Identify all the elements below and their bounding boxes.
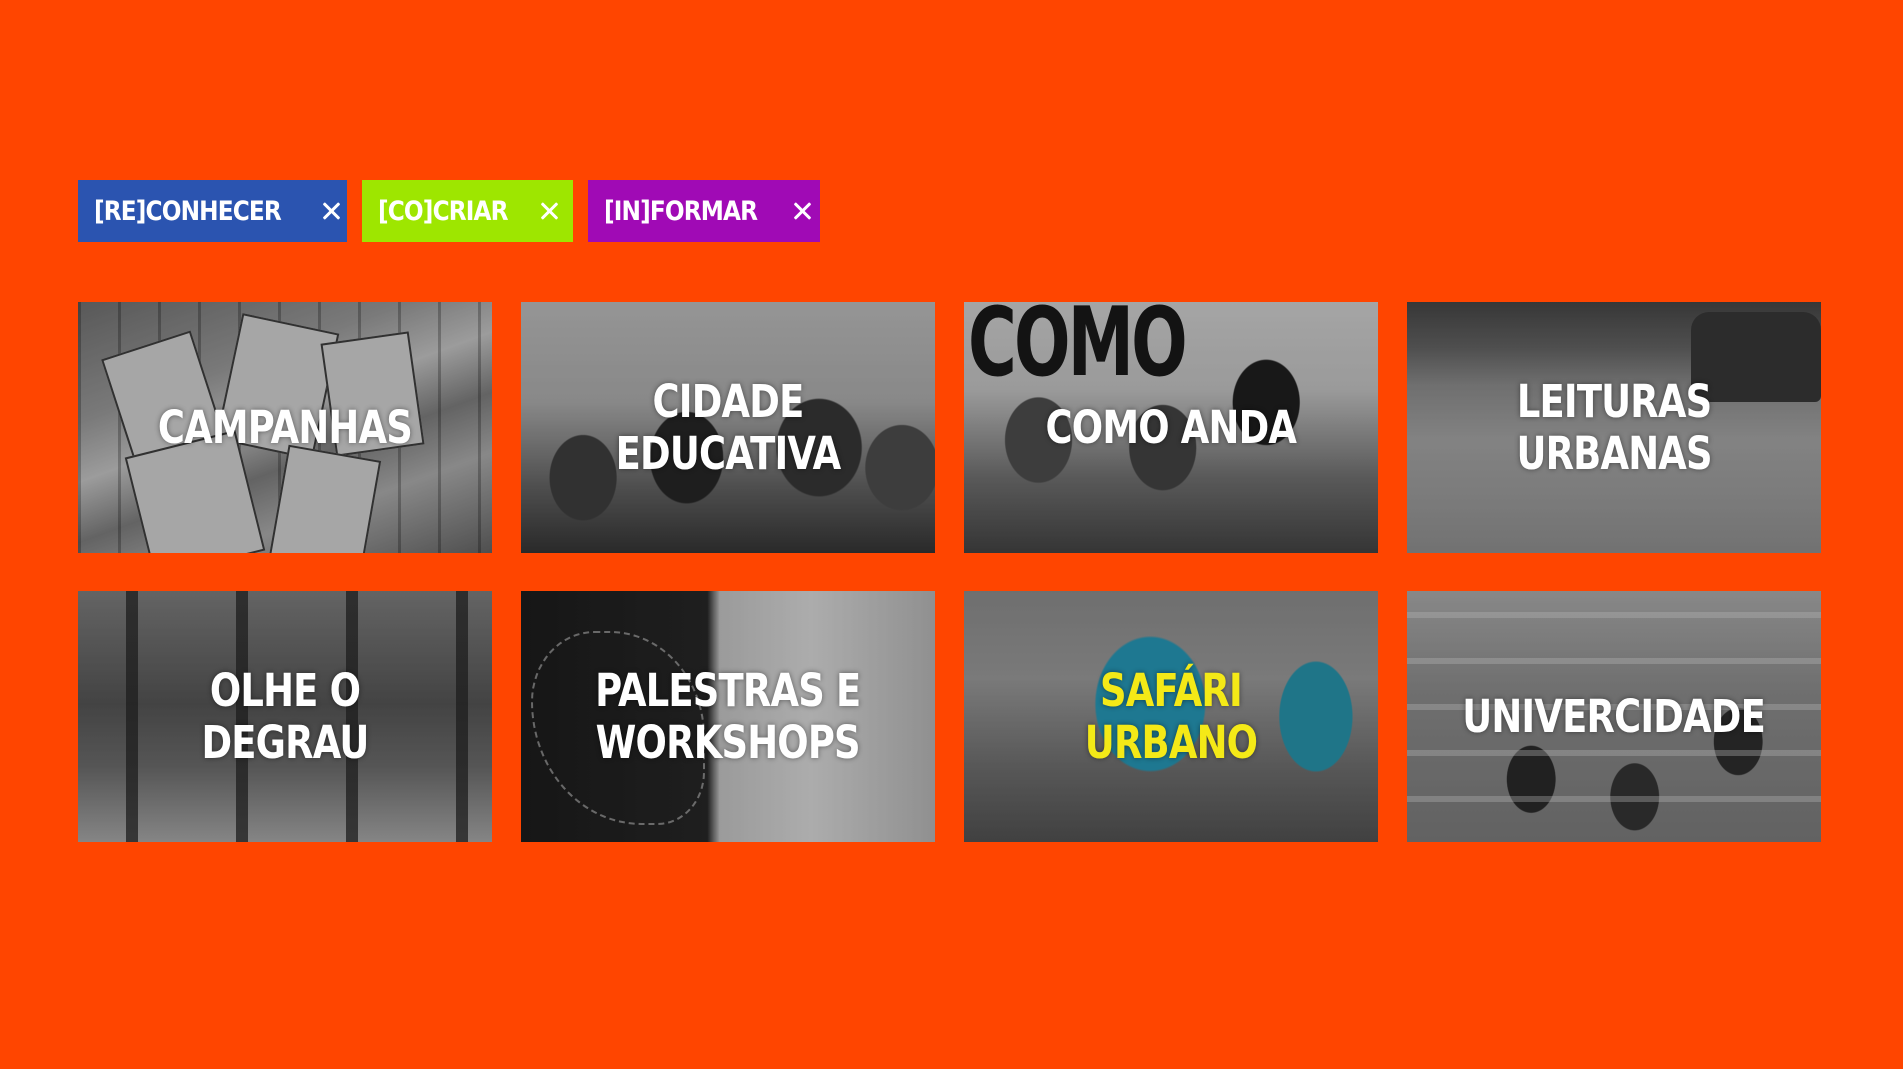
project-card-leituras-urbanas[interactable]: LEITURAS URBANAS xyxy=(1407,302,1821,553)
project-card-como-anda[interactable]: COMO COMO ANDA xyxy=(964,302,1378,553)
project-title: UNIVERCIDADE xyxy=(1462,689,1767,743)
filter-tag-cocriar[interactable]: [CO]CRIAR xyxy=(362,180,573,242)
project-title: CAMPANHAS xyxy=(157,400,413,454)
project-title: SAFÁRI URBANO xyxy=(1084,663,1258,769)
close-icon[interactable] xyxy=(321,201,325,221)
project-card-olhe-o-degrau[interactable]: OLHE O DEGRAU xyxy=(78,591,492,842)
project-title: PALESTRAS E WORKSHOPS xyxy=(595,663,861,769)
filter-tags: [RE]CONHECER [CO]CRIAR [IN]FORMAR xyxy=(78,180,820,242)
filter-tag-reconhecer[interactable]: [RE]CONHECER xyxy=(78,180,347,242)
project-title: COMO ANDA xyxy=(1045,400,1297,454)
project-card-univercidade[interactable]: UNIVERCIDADE xyxy=(1407,591,1821,842)
project-card-palestras-e-workshops[interactable]: PALESTRAS E WORKSHOPS xyxy=(521,591,935,842)
filter-tag-label: [CO]CRIAR xyxy=(378,195,509,227)
filter-tag-informar[interactable]: [IN]FORMAR xyxy=(588,180,820,242)
project-title: CIDADE EDUCATIVA xyxy=(615,374,842,480)
project-title: OLHE O DEGRAU xyxy=(201,663,369,769)
project-card-campanhas[interactable]: CAMPANHAS xyxy=(78,302,492,553)
project-card-safari-urbano[interactable]: SAFÁRI URBANO xyxy=(964,591,1378,842)
project-grid: CAMPANHAS CIDADE EDUCATIVA COMO COMO AND… xyxy=(78,302,1821,842)
project-card-cidade-educativa[interactable]: CIDADE EDUCATIVA xyxy=(521,302,935,553)
close-icon[interactable] xyxy=(792,201,798,221)
project-title: LEITURAS URBANAS xyxy=(1516,374,1712,480)
filter-tag-label: [RE]CONHECER xyxy=(94,195,282,227)
filter-tag-label: [IN]FORMAR xyxy=(604,195,758,227)
photo-text: COMO xyxy=(968,302,1188,398)
close-icon[interactable] xyxy=(539,201,551,221)
